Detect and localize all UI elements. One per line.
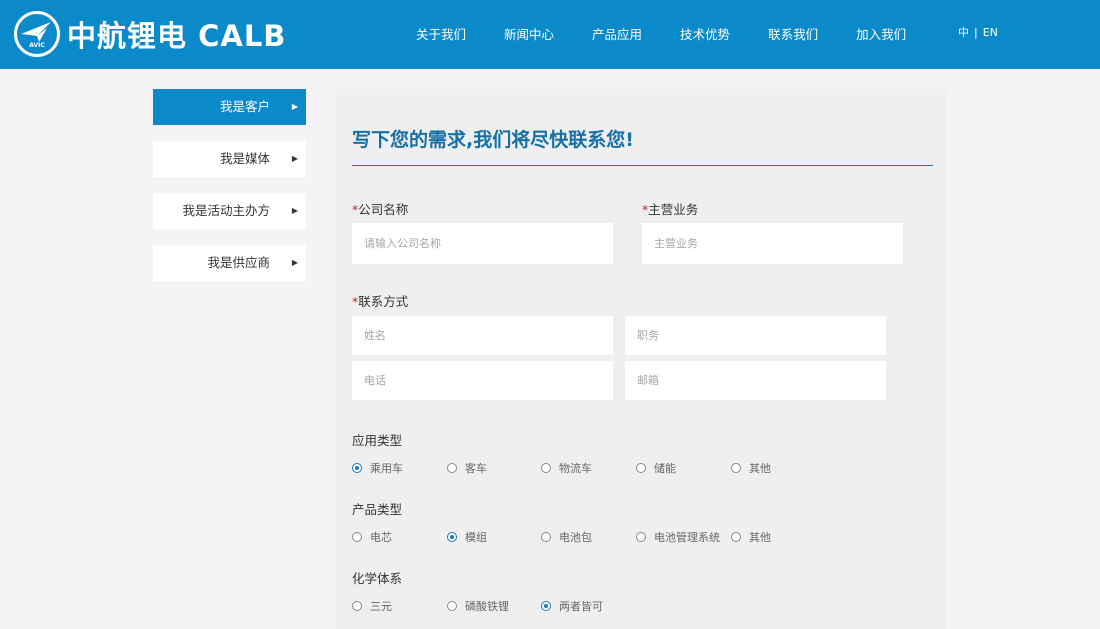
- radio-unchecked-icon: [352, 601, 362, 611]
- arrow-right-icon: ▶: [291, 206, 298, 215]
- radio-product-1[interactable]: 模组: [447, 529, 487, 545]
- radio-unchecked-icon: [541, 532, 551, 542]
- radio-checked-icon: [352, 463, 362, 473]
- radio-label: 客车: [465, 462, 487, 475]
- radio-chem-1[interactable]: 磷酸铁锂: [447, 598, 509, 614]
- site-header: AVIC 中航锂电 CALB 关于我们 新闻中心 产品应用 技术优势 联系我们 …: [0, 0, 1100, 69]
- radio-label: 其他: [749, 531, 771, 544]
- radio-label: 电芯: [370, 531, 392, 544]
- radio-checked-icon: [447, 532, 457, 542]
- nav-technology[interactable]: 技术优势: [680, 24, 730, 43]
- sidebar-item-customer[interactable]: 我是客户 ▶: [153, 89, 306, 125]
- sidebar-item-event-organizer[interactable]: 我是活动主办方 ▶: [153, 193, 306, 229]
- radio-checked-icon: [541, 601, 551, 611]
- sidebar-item-media[interactable]: 我是媒体 ▶: [153, 141, 306, 177]
- radio-unchecked-icon: [447, 463, 457, 473]
- nav-news[interactable]: 新闻中心: [504, 24, 554, 43]
- radio-app-1[interactable]: 客车: [447, 460, 487, 476]
- radio-unchecked-icon: [636, 532, 646, 542]
- contact-form-panel: 写下您的需求,我们将尽快联系您! *公司名称 *主营业务 *联系方式 应用类型 …: [336, 89, 947, 629]
- radio-unchecked-icon: [541, 463, 551, 473]
- radio-unchecked-icon: [352, 532, 362, 542]
- company-label: *公司名称: [352, 199, 408, 218]
- business-label: *主营业务: [642, 199, 698, 218]
- form-title: 写下您的需求,我们将尽快联系您!: [352, 129, 634, 151]
- nav-contact[interactable]: 联系我们: [768, 24, 818, 43]
- lang-chinese[interactable]: 中: [958, 26, 969, 39]
- contact-label-text: 联系方式: [358, 294, 409, 309]
- language-switcher: 中 | EN: [958, 24, 998, 40]
- business-label-text: 主营业务: [648, 202, 699, 217]
- radio-product-0[interactable]: 电芯: [352, 529, 392, 545]
- radio-app-4[interactable]: 其他: [731, 460, 771, 476]
- main-nav: 关于我们 新闻中心 产品应用 技术优势 联系我们 加入我们: [416, 24, 944, 43]
- sidebar-item-label: 我是活动主办方: [182, 203, 270, 218]
- company-name-input[interactable]: [352, 223, 613, 264]
- lang-english[interactable]: EN: [983, 26, 998, 39]
- radio-chem-0[interactable]: 三元: [352, 598, 392, 614]
- radio-product-4[interactable]: 其他: [731, 529, 771, 545]
- application-type-label: 应用类型: [352, 433, 403, 448]
- name-input[interactable]: [352, 316, 613, 355]
- radio-app-2[interactable]: 物流车: [541, 460, 592, 476]
- radio-product-2[interactable]: 电池包: [541, 529, 592, 545]
- radio-unchecked-icon: [731, 463, 741, 473]
- arrow-right-icon: ▶: [291, 154, 298, 163]
- radio-label: 储能: [654, 462, 676, 475]
- radio-label: 磷酸铁锂: [465, 600, 509, 613]
- radio-label: 三元: [370, 600, 392, 613]
- sidebar-item-label: 我是客户: [219, 99, 270, 114]
- radio-chem-2[interactable]: 两者皆可: [541, 598, 603, 614]
- radio-label: 电池管理系统: [654, 531, 720, 544]
- radio-unchecked-icon: [447, 601, 457, 611]
- sidebar-item-label: 我是媒体: [219, 151, 270, 166]
- radio-label: 电池包: [559, 531, 592, 544]
- title-divider: [352, 165, 933, 166]
- job-title-input[interactable]: [625, 316, 886, 355]
- product-type-label: 产品类型: [352, 502, 403, 517]
- arrow-right-icon: ▶: [291, 258, 298, 267]
- company-label-text: 公司名称: [358, 202, 409, 217]
- radio-label: 其他: [749, 462, 771, 475]
- arrow-right-icon: ▶: [291, 102, 298, 111]
- radio-app-3[interactable]: 储能: [636, 460, 676, 476]
- logo-text: 中航锂电 CALB: [67, 19, 287, 53]
- radio-label: 物流车: [559, 462, 592, 475]
- sidebar-item-label: 我是供应商: [207, 255, 270, 270]
- radio-label: 乘用车: [370, 462, 403, 475]
- radio-app-0[interactable]: 乘用车: [352, 460, 403, 476]
- brand-logo[interactable]: AVIC 中航锂电 CALB: [14, 9, 286, 59]
- radio-label: 两者皆可: [559, 600, 603, 613]
- nav-about[interactable]: 关于我们: [416, 24, 466, 43]
- avic-emblem-icon: AVIC: [14, 11, 60, 57]
- email-input[interactable]: [625, 361, 886, 400]
- nav-careers[interactable]: 加入我们: [856, 24, 906, 43]
- sidebar-item-supplier[interactable]: 我是供应商 ▶: [153, 245, 306, 281]
- contact-label: *联系方式: [352, 291, 408, 310]
- main-business-input[interactable]: [642, 223, 903, 264]
- radio-unchecked-icon: [731, 532, 741, 542]
- radio-product-3[interactable]: 电池管理系统: [636, 529, 720, 545]
- logo-badge-text: AVIC: [29, 42, 45, 49]
- lang-separator: |: [974, 26, 978, 39]
- radio-unchecked-icon: [636, 463, 646, 473]
- radio-label: 模组: [465, 531, 487, 544]
- nav-products[interactable]: 产品应用: [592, 24, 642, 43]
- chemistry-label: 化学体系: [352, 571, 403, 586]
- phone-input[interactable]: [352, 361, 613, 400]
